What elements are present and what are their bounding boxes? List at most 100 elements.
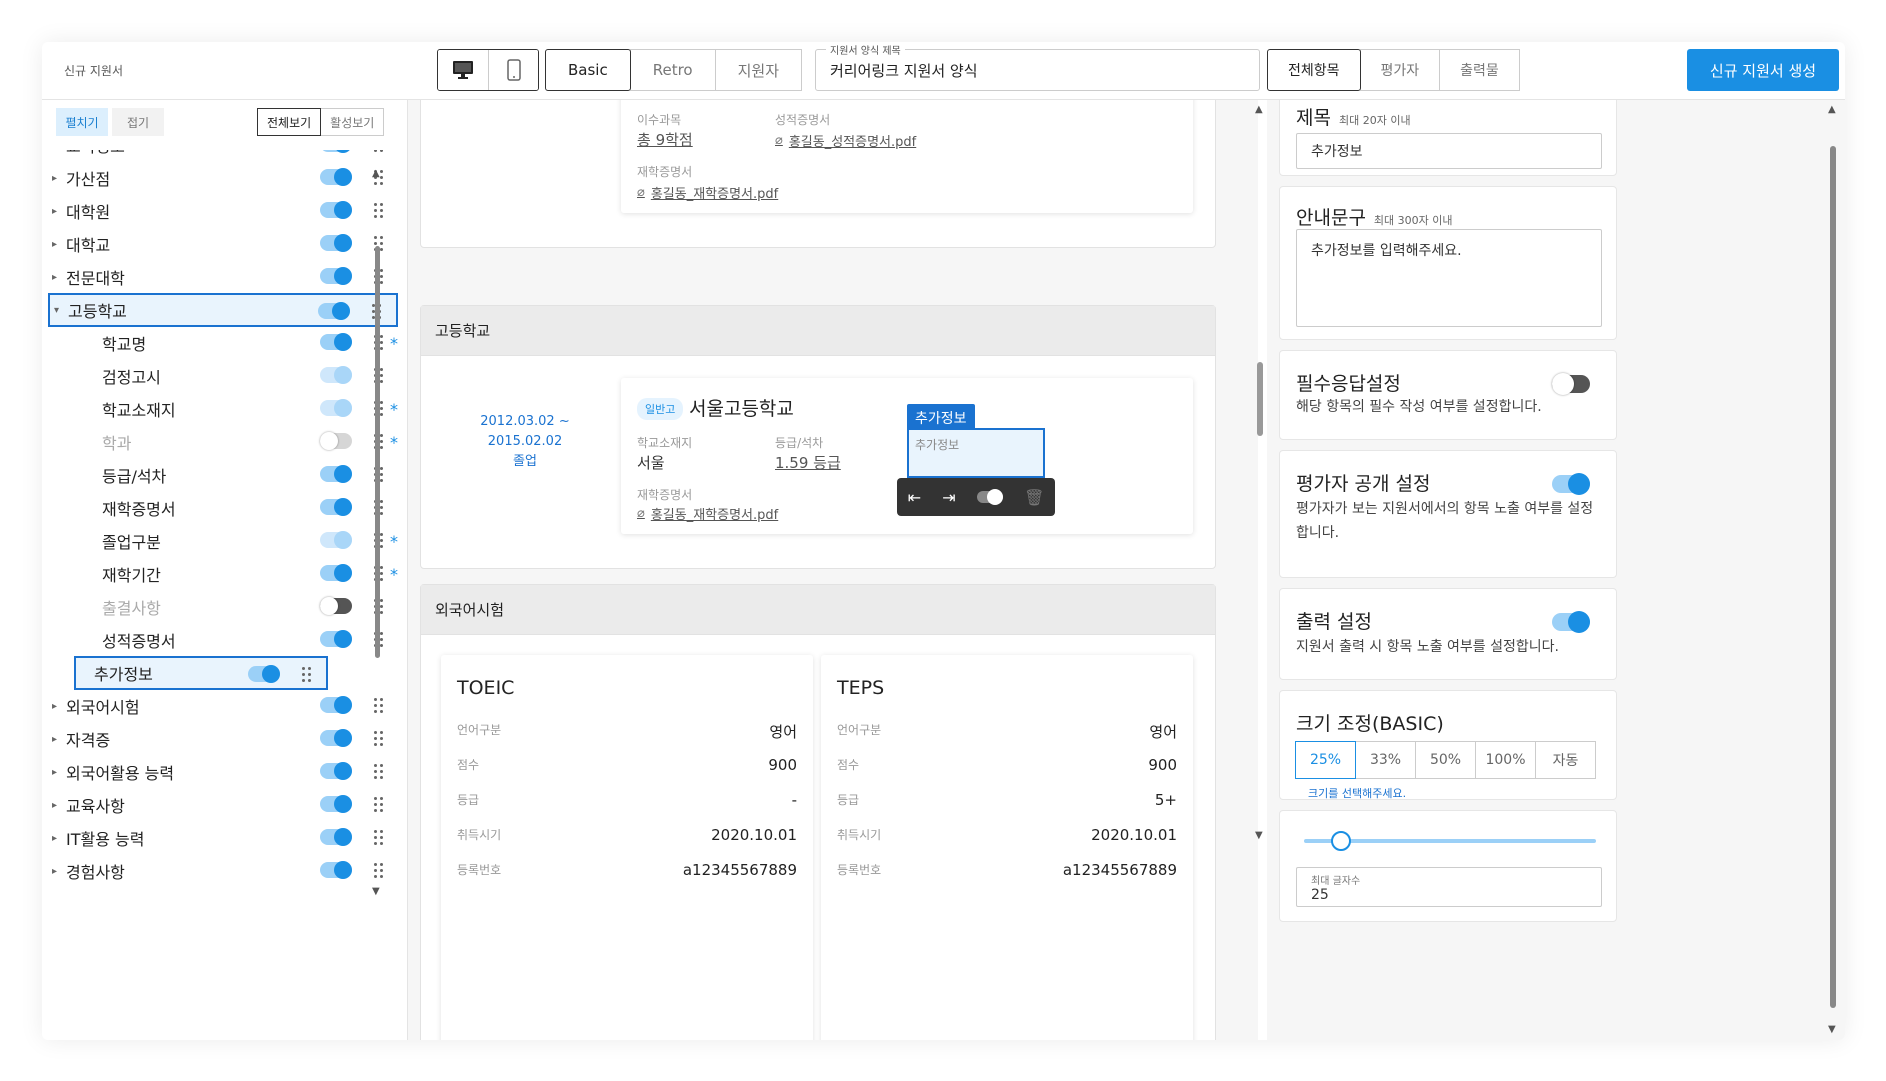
item-visibility-toggle[interactable] bbox=[320, 168, 352, 186]
item-visibility-toggle[interactable] bbox=[320, 366, 352, 384]
sidebar-item[interactable]: ▸ 가산점 bbox=[48, 161, 398, 195]
item-visibility-toggle[interactable] bbox=[320, 696, 352, 714]
extra-info-field[interactable]: 추가정보 bbox=[907, 428, 1045, 478]
caret-right-icon[interactable]: ▸ bbox=[52, 833, 66, 844]
sidebar-item[interactable]: ▸ 경험사항 bbox=[48, 854, 398, 888]
item-visibility-toggle[interactable] bbox=[320, 465, 352, 483]
size-100-button[interactable]: 100% bbox=[1475, 741, 1536, 779]
caret-right-icon[interactable]: ▸ bbox=[52, 800, 66, 811]
template-retro-button[interactable]: Retro bbox=[629, 49, 716, 91]
sidebar-item[interactable]: 재학기간 * bbox=[48, 557, 398, 591]
view-evaluator-button[interactable]: 평가자 bbox=[1359, 49, 1441, 91]
item-visibility-toggle[interactable] bbox=[320, 333, 352, 351]
guide-textarea[interactable]: 추가정보를 입력해주세요. bbox=[1296, 229, 1602, 327]
item-visibility-toggle[interactable] bbox=[320, 432, 352, 450]
item-visibility-toggle[interactable] bbox=[248, 665, 280, 683]
sidebar-item[interactable]: ▸ 자격증 bbox=[48, 722, 398, 756]
item-visibility-toggle[interactable] bbox=[318, 302, 350, 320]
sidebar-item[interactable]: 졸업구분 * bbox=[48, 524, 398, 558]
sidebar-item[interactable]: ▸ IT활용 능력 bbox=[48, 821, 398, 855]
item-visibility-toggle[interactable] bbox=[320, 150, 352, 153]
item-visibility-toggle[interactable] bbox=[320, 762, 352, 780]
filter-active-button[interactable]: 활성보기 bbox=[320, 108, 385, 136]
collapse-all-tab[interactable]: 접기 bbox=[112, 108, 164, 136]
sidebar-item[interactable]: 학과 * bbox=[48, 425, 398, 459]
sidebar-item[interactable]: 재학증명서 bbox=[48, 491, 398, 525]
caret-right-icon[interactable]: ▸ bbox=[52, 239, 66, 250]
scroll-up-icon[interactable]: ▲ bbox=[1828, 104, 1836, 115]
sidebar-item[interactable]: ▸ 외국어활용 능력 bbox=[48, 755, 398, 789]
create-application-button[interactable]: 신규 지원서 생성 bbox=[1687, 49, 1839, 91]
preview-scrollbar[interactable]: ▲ ▼ bbox=[1253, 100, 1267, 1040]
scroll-down-icon[interactable]: ▼ bbox=[1255, 830, 1263, 841]
caret-right-icon[interactable]: ▸ bbox=[52, 272, 66, 283]
trash-icon[interactable]: 🗑 bbox=[1024, 488, 1044, 507]
sidebar-item[interactable]: ▸ 대학원 bbox=[48, 194, 398, 228]
item-visibility-toggle[interactable] bbox=[320, 597, 352, 615]
item-visibility-toggle[interactable] bbox=[320, 564, 352, 582]
transcript-file-link[interactable]: ⌀ 홍길동_성적증명서.pdf bbox=[775, 131, 916, 150]
size-auto-button[interactable]: 자동 bbox=[1535, 741, 1596, 779]
sidebar-item[interactable]: ▾ 고등학교 bbox=[48, 293, 398, 327]
template-basic-button[interactable]: Basic bbox=[545, 49, 631, 91]
sidebar-item[interactable]: 추가정보 bbox=[74, 656, 328, 690]
sidebar-item[interactable]: 등급/석차 bbox=[48, 458, 398, 492]
item-visibility-toggle[interactable] bbox=[320, 267, 352, 285]
item-visibility-toggle[interactable] bbox=[320, 399, 352, 417]
outdent-icon[interactable]: ⇤ bbox=[908, 488, 921, 507]
settings-scroll-thumb[interactable] bbox=[1830, 146, 1836, 1008]
sidebar-item[interactable]: ▸ 외국어시험 bbox=[48, 689, 398, 723]
sidebar-item[interactable]: ▸ 대학교 bbox=[48, 227, 398, 261]
sidebar-item[interactable]: 검정고시 bbox=[48, 359, 398, 393]
enroll-file-link[interactable]: ⌀ 홍길동_재학증명서.pdf bbox=[637, 183, 778, 202]
caret-down-icon[interactable]: ▾ bbox=[54, 305, 68, 316]
sidebar-item[interactable]: ▸ 교육사항 bbox=[48, 788, 398, 822]
print-toggle[interactable] bbox=[1552, 611, 1590, 633]
drag-handle-icon[interactable] bbox=[302, 667, 312, 683]
caret-right-icon[interactable]: ▸ bbox=[52, 150, 66, 151]
item-visibility-toggle[interactable] bbox=[320, 201, 352, 219]
item-visibility-toggle[interactable] bbox=[320, 861, 352, 879]
settings-scrollbar[interactable]: ▲ ▼ bbox=[1824, 100, 1842, 1040]
mobile-view-button[interactable] bbox=[488, 50, 538, 90]
max-chars-input[interactable]: 최대 글자수 25 bbox=[1296, 867, 1602, 907]
caret-right-icon[interactable]: ▸ bbox=[52, 701, 66, 712]
title-input[interactable]: 추가정보 bbox=[1296, 133, 1602, 169]
expand-all-tab[interactable]: 펼치기 bbox=[56, 108, 108, 136]
item-visibility-toggle[interactable] bbox=[320, 630, 352, 648]
size-25-button[interactable]: 25% bbox=[1295, 741, 1356, 779]
caret-right-icon[interactable]: ▸ bbox=[52, 767, 66, 778]
caret-right-icon[interactable]: ▸ bbox=[52, 734, 66, 745]
caret-right-icon[interactable]: ▸ bbox=[52, 173, 66, 184]
indent-icon[interactable]: ⇥ bbox=[942, 488, 955, 507]
size-50-button[interactable]: 50% bbox=[1415, 741, 1476, 779]
caret-right-icon[interactable]: ▸ bbox=[52, 206, 66, 217]
sidebar-item[interactable]: 성적증명서 bbox=[48, 623, 398, 657]
caret-right-icon[interactable]: ▸ bbox=[52, 866, 66, 877]
sidebar-scroll-thumb[interactable] bbox=[375, 246, 380, 658]
sidebar-item[interactable]: 학교소재지 * bbox=[48, 392, 398, 426]
required-toggle[interactable] bbox=[1552, 373, 1590, 395]
view-print-button[interactable]: 출력물 bbox=[1439, 49, 1520, 91]
sidebar-item[interactable]: 출결사항 bbox=[48, 590, 398, 624]
hs-enroll-file-link[interactable]: ⌀ 홍길동_재학증명서.pdf bbox=[637, 504, 778, 523]
evaluator-toggle[interactable] bbox=[1552, 473, 1590, 495]
scroll-up-icon[interactable]: ▲ bbox=[372, 168, 380, 179]
scroll-up-icon[interactable]: ▲ bbox=[1255, 104, 1263, 115]
sidebar-item[interactable]: 학교명 * bbox=[48, 326, 398, 360]
template-applicant-button[interactable]: 지원자 bbox=[714, 49, 802, 91]
visibility-toggle[interactable] bbox=[976, 489, 1003, 505]
preview-scroll-thumb[interactable] bbox=[1257, 362, 1263, 436]
item-visibility-toggle[interactable] bbox=[320, 234, 352, 252]
scroll-down-icon[interactable]: ▼ bbox=[372, 886, 380, 897]
sidebar-item[interactable]: ▸ 전문대학 bbox=[48, 260, 398, 294]
max-chars-slider[interactable] bbox=[1304, 831, 1596, 851]
item-visibility-toggle[interactable] bbox=[320, 498, 352, 516]
filter-all-button[interactable]: 전체보기 bbox=[257, 108, 322, 136]
item-visibility-toggle[interactable] bbox=[320, 729, 352, 747]
slider-thumb[interactable] bbox=[1331, 831, 1352, 851]
item-visibility-toggle[interactable] bbox=[320, 531, 352, 549]
size-33-button[interactable]: 33% bbox=[1355, 741, 1416, 779]
drag-handle-icon[interactable] bbox=[374, 150, 384, 153]
scroll-down-icon[interactable]: ▼ bbox=[1828, 1024, 1836, 1035]
